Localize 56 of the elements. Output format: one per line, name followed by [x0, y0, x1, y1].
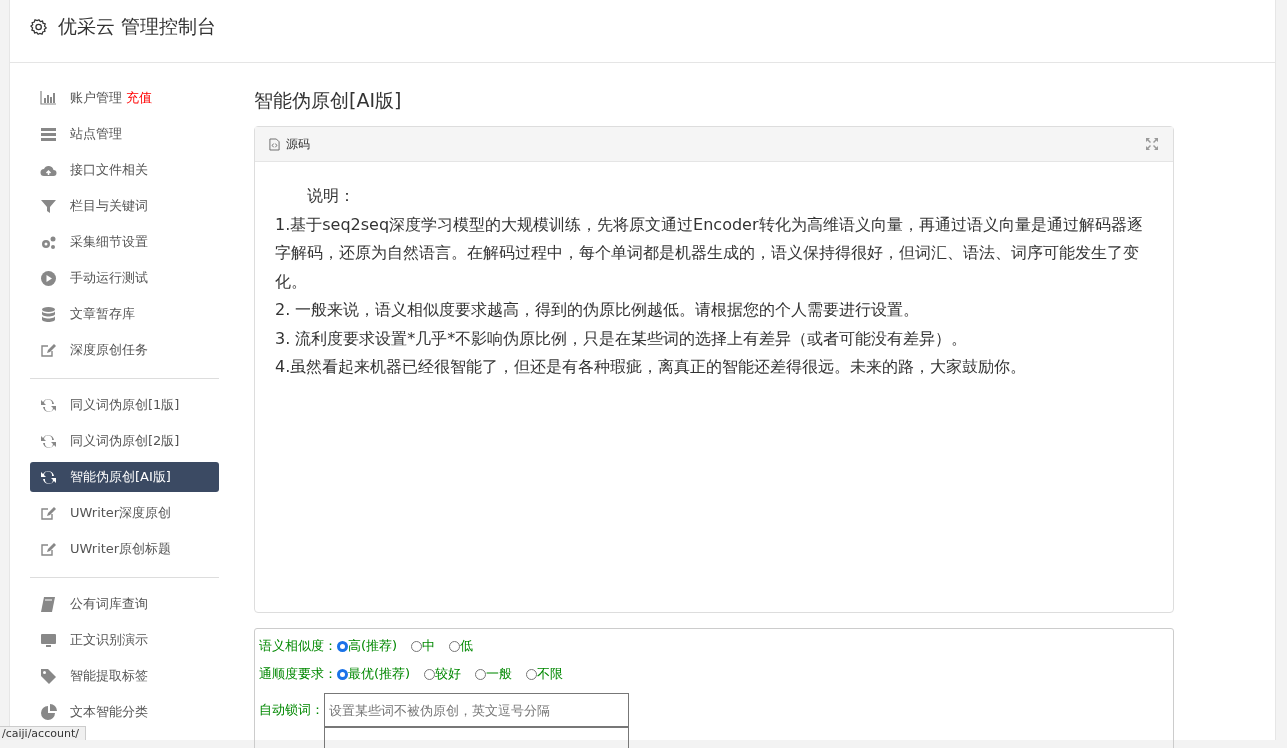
radio-option[interactable]: 一般 — [475, 665, 513, 683]
paragraph: 3. 流利度要求设置*几乎*不影响伪原比例，只是在某些词的选择上有差异（或者可能没有差异）。 — [275, 327, 969, 350]
sidebar-item[interactable]: 文本智能分类 — [30, 697, 219, 727]
option-label: 通顺度要求： — [259, 665, 337, 683]
sidebar-item[interactable]: 智能伪原创[AI版] — [30, 462, 219, 492]
refresh-icon — [40, 468, 57, 486]
server-icon — [40, 125, 57, 143]
filter-icon — [40, 197, 57, 215]
code-file-icon — [269, 137, 280, 151]
edit-icon — [40, 341, 57, 359]
field-label: 自动锁词： — [259, 701, 324, 719]
radio-option[interactable]: 中 — [411, 637, 436, 655]
url-tooltip: /caiji/account/ — [0, 726, 86, 740]
radio-option[interactable]: 较好 — [424, 665, 462, 683]
sidebar-item[interactable]: 采集细节设置 — [30, 227, 219, 257]
sidebar-item[interactable]: 深度原创任务 — [30, 335, 219, 365]
fullscreen-icon[interactable] — [1145, 137, 1159, 151]
play-icon — [40, 269, 57, 287]
edit-icon — [40, 540, 57, 558]
sidebar-item[interactable]: 手动运行测试 — [30, 263, 219, 293]
radio-option[interactable]: 不限 — [526, 665, 564, 683]
database-icon — [40, 305, 57, 323]
pie-chart-icon — [40, 703, 57, 721]
text-field[interactable] — [324, 727, 629, 748]
bar-chart-icon — [40, 89, 57, 107]
page-title: 智能伪原创[AI版] — [254, 88, 403, 113]
radio-option[interactable]: 低 — [449, 637, 474, 655]
option-label: 语义相似度： — [259, 637, 337, 655]
book-icon — [40, 595, 57, 613]
paragraph: 1.基于seq2seq深度学习模型的大规模训练，先将原文通过Encoder转化为高维语义向量，再通过语义向量是通过解码器逐字解码，还原为自然语言。在解码过程中，每个单词都是机器生成的，语义保持得很好，但词汇、语法、词序可能发生了变化。 — [275, 213, 1144, 293]
sidebar-item[interactable]: 账户管理 充值 — [30, 83, 219, 113]
sidebar-item[interactable]: 同义词伪原创[2版] — [30, 426, 219, 456]
refresh-icon — [40, 432, 57, 450]
monitor-icon — [40, 631, 57, 649]
paragraph: 2. 一般来说，语义相似度要求越高，得到的伪原比例越低。请根据您的个人需要进行设置。 — [275, 299, 921, 321]
sidebar-item[interactable]: 栏目与关键词 — [30, 191, 219, 221]
sidebar-item[interactable]: 正文识别演示 — [30, 625, 219, 655]
sidebar-item[interactable]: 接口文件相关 — [30, 155, 219, 185]
sidebar-item[interactable]: UWriter深度原创 — [30, 498, 219, 528]
tag-icon — [40, 667, 57, 685]
paragraph: 说明： — [306, 185, 356, 207]
lock-words-field[interactable]: 设置某些词不被伪原创，英文逗号分隔 — [324, 693, 629, 727]
radio-option[interactable]: 高(推荐) — [337, 637, 398, 655]
sidebar-item[interactable]: 智能提取标签 — [30, 661, 219, 691]
paragraph: 4.虽然看起来机器已经很智能了，但还是有各种瑕疵，离真正的智能还差得很远。未来的路，大家鼓励你。 — [275, 356, 1028, 378]
sidebar-item[interactable]: UWriter原创标题 — [30, 534, 219, 564]
source-button[interactable]: 源码 — [269, 135, 310, 153]
edit-icon — [40, 504, 57, 522]
sidebar-item[interactable]: 站点管理 — [30, 119, 219, 149]
sidebar-item[interactable]: 同义词伪原创[1版] — [30, 390, 219, 420]
sidebar-item[interactable]: 公有词库查询 — [30, 589, 219, 619]
settings-icon — [30, 18, 48, 36]
sidebar-item[interactable]: 文章暂存库 — [30, 299, 219, 329]
app-title: 优采云 管理控制台 — [58, 14, 217, 39]
radio-option[interactable]: 最优(推荐) — [337, 665, 411, 683]
refresh-icon — [40, 396, 57, 414]
